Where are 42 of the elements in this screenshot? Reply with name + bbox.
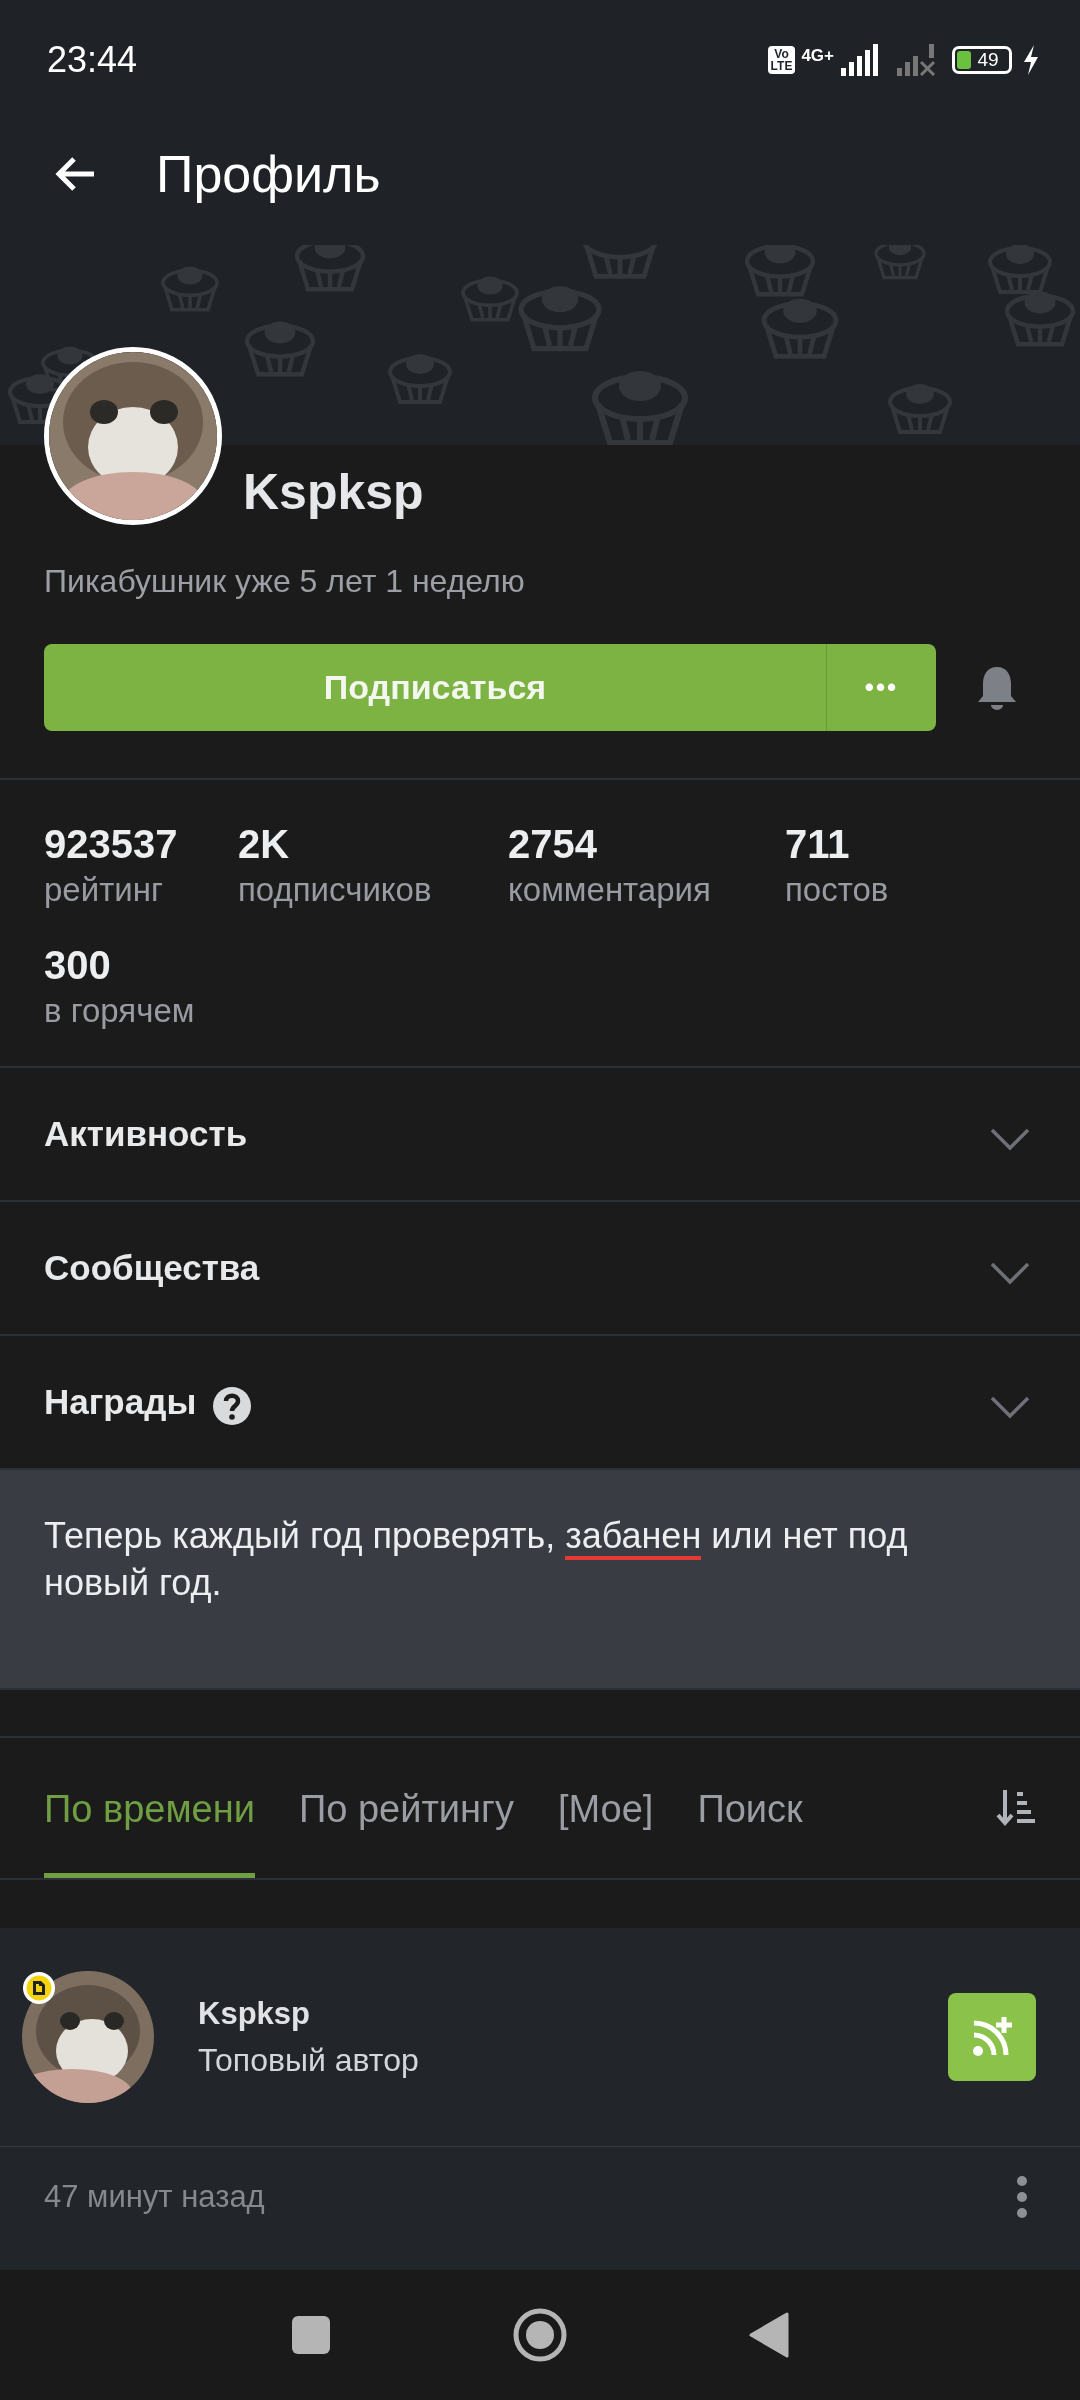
sort-tab[interactable]: Поиск [697,1738,803,1878]
author-name[interactable]: Kspksp [198,1995,419,2032]
stat-value: 2K [238,822,291,867]
stat-label: рейтинг [44,871,164,909]
back-nav-icon[interactable] [749,2312,789,2358]
battery-icon: 49 [952,46,1012,74]
network-type: 4G+ [801,46,834,66]
signal-icon [840,44,880,76]
charging-icon [1022,45,1040,75]
sort-tab[interactable]: По времени [44,1738,255,1878]
no-signal-icon [896,44,936,76]
profile-name: Kspksp [243,463,425,521]
stat-value: 711 [785,822,851,867]
stat-label: комментария [508,871,712,909]
home-icon[interactable] [513,2308,567,2362]
more-vertical-icon[interactable] [1014,2175,1030,2219]
recents-icon[interactable] [291,2315,331,2355]
sort-icon[interactable] [996,1788,1036,1828]
page-title: Профиль [156,143,381,204]
membership-duration: Пикабушник уже 5 лет 1 неделю [44,563,526,600]
post-time: 47 минут назад [44,2179,265,2215]
volte-icon: Vo LTE [767,46,796,74]
stat-label: постов [785,871,890,909]
sort-tab[interactable]: [Мое] [557,1738,654,1878]
chevron-icon [990,1261,1030,1285]
section-title: Активность [44,1114,248,1154]
section-title: Награды [44,1382,197,1422]
author-status: Топовый автор [198,2041,419,2079]
help-icon[interactable] [212,1386,253,1426]
chevron-icon [990,1395,1030,1419]
stat-label: подписчиков [238,871,433,909]
chevron-icon [990,1127,1030,1151]
stat-value: 2754 [508,822,598,867]
stat-value: 300 [44,943,112,988]
section-title: Сообщества [44,1248,260,1288]
section-row[interactable]: Активность [0,1068,1080,1202]
section-row[interactable]: Сообщества [0,1202,1080,1336]
note-field[interactable]: Теперь каждый год проверять, забанен или нет под новый год. [0,1470,1080,1690]
stat-label: в горячем [44,992,196,1030]
stat-value: 923537 [44,822,179,867]
sort-tab[interactable]: По рейтингу [298,1738,514,1878]
status-time: 23:44 [47,39,138,81]
